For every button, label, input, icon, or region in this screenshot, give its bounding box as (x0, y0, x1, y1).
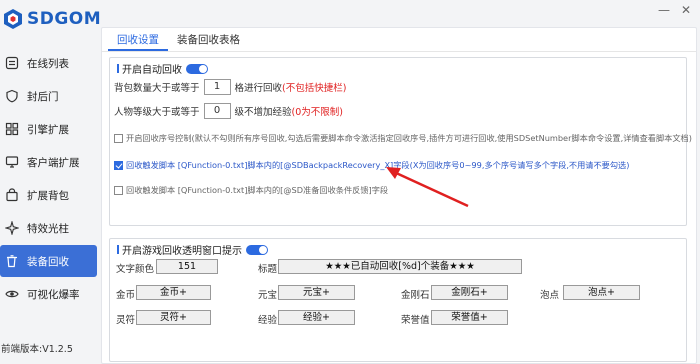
brand-name: SDGOM (27, 9, 102, 29)
talisman-input[interactable]: 灵符+ (136, 310, 211, 325)
bag-icon (4, 187, 20, 203)
text-color-label: 文字颜色 (116, 264, 155, 275)
tip-window-header: 开启游戏回收透明窗口提示 (117, 242, 268, 257)
sidebar-item-equipment-recycle[interactable]: 装备回收 (0, 245, 97, 277)
bag-count-input[interactable]: 1 (203, 79, 231, 95)
auto-recycle-title: 开启自动回收 (122, 65, 182, 76)
gold-label: 金币 (116, 290, 136, 301)
diamond-label: 金刚石 (401, 290, 430, 301)
sidebar-item-effect-beam[interactable]: 特效光柱 (0, 212, 99, 244)
bag-count-row: 背包数量大于或等于 1 格进行回收 (不包括快捷栏) (114, 79, 346, 95)
trigger-script-checkbox[interactable] (114, 160, 123, 170)
talisman-label: 灵符 (116, 315, 136, 326)
bag-count-prefix: 背包数量大于或等于 (114, 83, 200, 94)
level-prefix: 人物等级大于或等于 (114, 107, 200, 118)
honor-label: 荣誉值 (401, 315, 430, 326)
trigger-script-label: 回收触发脚本 [QFunction-0.txt]脚本内的[@SDBackpack… (126, 160, 630, 170)
minimize-icon[interactable]: — (658, 4, 670, 16)
auto-recycle-toggle[interactable] (186, 63, 208, 74)
sidebar-item-visual-drop-rate[interactable]: 可视化爆率 (0, 278, 99, 310)
gold-input[interactable]: 金币+ (136, 285, 211, 300)
yuanbao-label: 元宝 (258, 290, 278, 301)
list-icon (4, 55, 20, 71)
sidebar-item-label: 引擎扩展 (27, 123, 69, 136)
sidebar-item-online-list[interactable]: 在线列表 (0, 47, 99, 79)
bag-count-suffix: 格进行回收 (234, 83, 283, 94)
sidebar-item-label: 客户端扩展 (27, 156, 80, 169)
version-label: 前端版本:V1.2.5 (1, 344, 73, 355)
level-row: 人物等级大于或等于 0 级不增加经验 (0为不限制) (114, 103, 343, 119)
sidebar-item-engine-extension[interactable]: 引擎扩展 (0, 113, 99, 145)
bag-count-note: (不包括快捷栏) (282, 83, 347, 94)
condition-feedback-checkbox[interactable] (114, 185, 123, 195)
sidebar-item-block-backdoor[interactable]: 封后门 (0, 80, 99, 112)
app-window: — ✕ SDGOM 在线列表 封后门 引擎扩展 客户端扩展 扩展背包 特效光柱 … (0, 0, 700, 364)
sparkle-icon (4, 220, 20, 236)
sidebar: SDGOM 在线列表 封后门 引擎扩展 客户端扩展 扩展背包 特效光柱 装备回收… (0, 0, 101, 364)
sidebar-item-label: 在线列表 (27, 57, 69, 70)
diamond-input[interactable]: 金刚石+ (431, 285, 508, 300)
sidebar-item-extend-bag[interactable]: 扩展背包 (0, 179, 99, 211)
bubble-point-label: 泡点 (540, 290, 560, 301)
window-controls: — ✕ (658, 4, 692, 16)
sidebar-item-label: 可视化爆率 (27, 288, 80, 301)
tab-bar: 回收设置 装备回收表格 (108, 31, 249, 51)
extension-icon (4, 121, 20, 137)
close-icon[interactable]: ✕ (680, 4, 692, 16)
title-label: 标题 (258, 264, 278, 275)
yuanbao-input[interactable]: 元宝+ (278, 285, 355, 300)
sidebar-item-label: 扩展背包 (27, 189, 69, 202)
sidebar-item-client-extension[interactable]: 客户端扩展 (0, 146, 99, 178)
level-input[interactable]: 0 (203, 103, 231, 119)
bubble-point-input[interactable]: 泡点+ (563, 285, 640, 300)
main-panel: 回收设置 装备回收表格 开启自动回收 背包数量大于或等于 1 格进行回收 (不包… (101, 27, 697, 364)
option-trigger-script[interactable]: 回收触发脚本 [QFunction-0.txt]脚本内的[@SDBackpack… (114, 159, 629, 171)
honor-input[interactable]: 荣誉值+ (431, 310, 508, 325)
title-input[interactable]: ★★★已自动回收[%d]个装备★★★ (278, 259, 522, 274)
monitor-icon (4, 154, 20, 170)
sidebar-item-label: 装备回收 (27, 255, 69, 268)
condition-feedback-label: 回收触发脚本 [QFunction-0.txt]脚本内的[@SD准备回收条件反馈… (126, 185, 389, 195)
section-marker (117, 64, 119, 73)
sequence-control-checkbox[interactable] (114, 133, 123, 143)
section-marker (117, 245, 119, 254)
auto-recycle-header: 开启自动回收 (117, 61, 208, 76)
tip-window-toggle[interactable] (246, 244, 268, 255)
shield-icon (4, 88, 20, 104)
recycle-icon (4, 253, 20, 269)
logo-mark-icon (2, 8, 24, 30)
exp-label: 经验 (258, 315, 278, 326)
auto-recycle-group: 开启自动回收 背包数量大于或等于 1 格进行回收 (不包括快捷栏) 人物等级大于… (109, 57, 692, 226)
tip-window-title: 开启游戏回收透明窗口提示 (122, 246, 242, 257)
tip-window-group: 开启游戏回收透明窗口提示 文字颜色 151 标题 ★★★已自动回收[%d]个装备… (109, 238, 687, 362)
option-condition-feedback[interactable]: 回收触发脚本 [QFunction-0.txt]脚本内的[@SD准备回收条件反馈… (114, 184, 388, 196)
level-note: (0为不限制) (291, 107, 343, 118)
exp-input[interactable]: 经验+ (278, 310, 355, 325)
text-color-input[interactable]: 151 (156, 259, 218, 274)
sequence-control-label: 开启回收序号控制(默认不勾则所有序号回收,勾选后需要脚本命令激活指定回收序号,插… (126, 133, 692, 143)
level-suffix: 级不增加经验 (234, 107, 292, 118)
eye-icon (4, 286, 20, 302)
sidebar-item-label: 封后门 (27, 90, 59, 103)
tab-recycle-table[interactable]: 装备回收表格 (168, 31, 249, 51)
sidebar-nav: 在线列表 封后门 引擎扩展 客户端扩展 扩展背包 特效光柱 装备回收 可视化爆率 (0, 47, 99, 311)
tab-divider (102, 51, 696, 52)
logo: SDGOM (2, 8, 101, 30)
tab-recycle-settings[interactable]: 回收设置 (108, 31, 168, 51)
option-sequence-control[interactable]: 开启回收序号控制(默认不勾则所有序号回收,勾选后需要脚本命令激活指定回收序号,插… (114, 132, 692, 144)
sidebar-item-label: 特效光柱 (27, 222, 69, 235)
